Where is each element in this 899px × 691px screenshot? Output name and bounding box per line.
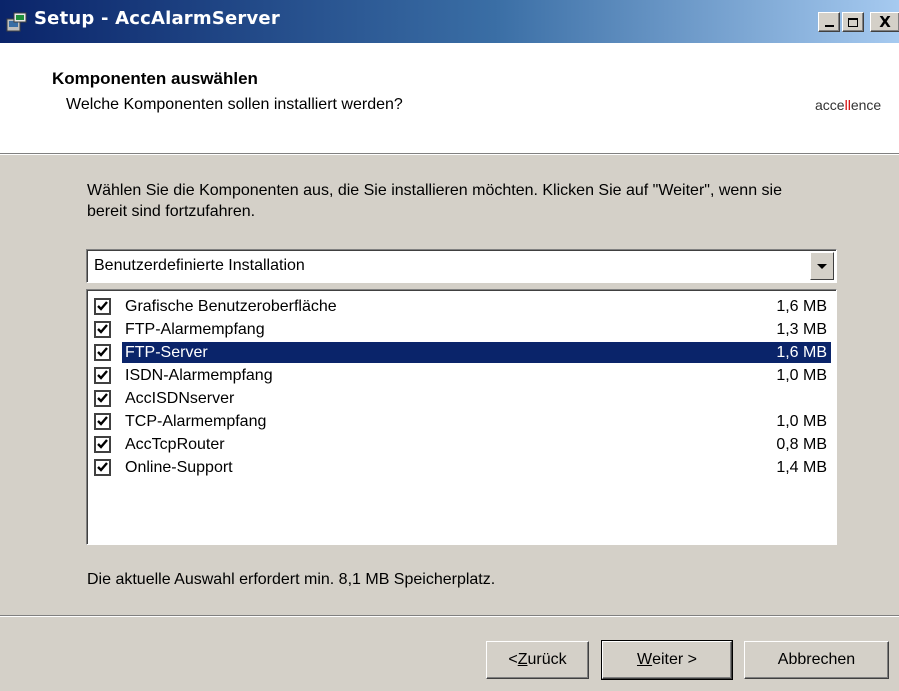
component-label: Grafische Benutzeroberfläche: [125, 298, 337, 315]
title-bar[interactable]: Setup - AccAlarmServer X: [0, 0, 899, 43]
component-row[interactable]: ISDN-Alarmempfang 1,0 MB: [92, 364, 831, 387]
component-row[interactable]: FTP-Alarmempfang 1,3 MB: [92, 318, 831, 341]
component-size: 1,0 MB: [776, 367, 827, 384]
install-type-value: Benutzerdefinierte Installation: [94, 257, 305, 274]
setup-app-icon: [6, 11, 28, 33]
back-button[interactable]: < Zurück: [486, 641, 589, 679]
component-size: 1,0 MB: [776, 413, 827, 430]
component-row[interactable]: Grafische Benutzeroberfläche 1,6 MB: [92, 295, 831, 318]
minimize-button[interactable]: [818, 12, 840, 32]
checkmark-icon: [97, 416, 108, 426]
component-label: TCP-Alarmempfang: [125, 413, 267, 430]
maximize-icon: [848, 17, 858, 27]
component-label: AccISDNserver: [125, 390, 235, 407]
checkmark-icon: [97, 393, 108, 403]
close-icon: X: [879, 12, 891, 31]
component-checkbox[interactable]: [94, 367, 111, 384]
wizard-header: Komponenten auswählen Welche Komponenten…: [0, 43, 899, 153]
close-button[interactable]: X: [870, 12, 899, 32]
component-size: 1,4 MB: [776, 459, 827, 476]
component-label: ISDN-Alarmempfang: [125, 367, 273, 384]
instructions-text: Wählen Sie die Komponenten aus, die Sie …: [87, 182, 782, 220]
component-row[interactable]: TCP-Alarmempfang 1,0 MB: [92, 410, 831, 433]
chevron-down-icon: [817, 263, 827, 269]
component-size: 1,6 MB: [776, 298, 827, 315]
checkmark-icon: [97, 439, 108, 449]
component-size: 0,8 MB: [776, 436, 827, 453]
component-size: 1,3 MB: [776, 321, 827, 338]
component-checkbox[interactable]: [94, 321, 111, 338]
checkmark-icon: [97, 324, 108, 334]
component-label: Online-Support: [125, 459, 233, 476]
minimize-icon: [824, 25, 834, 27]
checkmark-icon: [97, 370, 108, 380]
component-checkbox[interactable]: [94, 436, 111, 453]
component-row[interactable]: AccISDNserver: [92, 387, 831, 410]
components-list[interactable]: Grafische Benutzeroberfläche 1,6 MB FTP-Al…: [86, 289, 837, 545]
window-title: Setup - AccAlarmServer: [34, 8, 280, 29]
accellence-logo: accellence: [815, 97, 882, 113]
component-row[interactable]: AccTcpRouter 0,8 MB: [92, 433, 831, 456]
page-subtitle: Welche Komponenten sollen installiert we…: [66, 96, 403, 113]
component-row[interactable]: FTP-Server 1,6 MB: [92, 341, 831, 364]
component-checkbox[interactable]: [94, 390, 111, 407]
component-checkbox[interactable]: [94, 344, 111, 361]
maximize-button[interactable]: [842, 12, 864, 32]
component-size: 1,6 MB: [776, 342, 827, 363]
checkmark-icon: [97, 301, 108, 311]
component-label: FTP-Server: [123, 342, 210, 363]
next-button[interactable]: Weiter >: [601, 640, 733, 680]
component-label: FTP-Alarmempfang: [125, 321, 265, 338]
checkmark-icon: [97, 347, 108, 357]
dropdown-button[interactable]: [810, 252, 834, 280]
cancel-button[interactable]: Abbrechen: [744, 641, 889, 679]
component-label: AccTcpRouter: [125, 436, 225, 453]
component-row[interactable]: Online-Support 1,4 MB: [92, 456, 831, 479]
component-checkbox[interactable]: [94, 413, 111, 430]
install-type-dropdown[interactable]: Benutzerdefinierte Installation: [86, 249, 837, 283]
disk-space-status: Die aktuelle Auswahl erfordert min. 8,1 …: [87, 571, 496, 588]
component-checkbox[interactable]: [94, 298, 111, 315]
component-checkbox[interactable]: [94, 459, 111, 476]
checkmark-icon: [97, 462, 108, 472]
page-title: Komponenten auswählen: [52, 69, 258, 88]
